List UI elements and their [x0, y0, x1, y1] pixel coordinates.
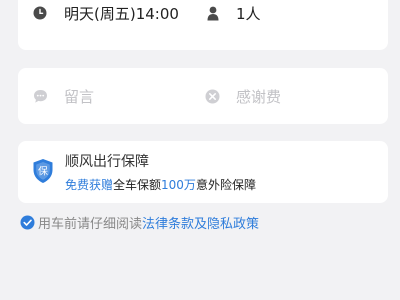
legal-terms-link[interactable]: 法律条款及隐私政策	[142, 217, 259, 232]
message-placeholder: 留言	[64, 87, 95, 106]
shield-icon: 保	[33, 159, 53, 183]
thanks-fee-icon	[204, 88, 220, 104]
passenger-count-selector[interactable]: 1人	[206, 0, 261, 26]
agreement-prefix: 用车前请仔细阅读	[38, 217, 143, 232]
passenger-count-text: 1人	[236, 4, 261, 23]
insurance-title: 顺风出行保障	[65, 154, 149, 170]
insurance-text-mid: 全车保额	[113, 178, 162, 192]
extras-card: 留言 感谢费	[18, 68, 388, 124]
insurance-card[interactable]: 保 顺风出行保障 免费获赠全车保额100万意外险保障	[18, 141, 388, 203]
thanks-fee-field[interactable]: 感谢费	[204, 82, 281, 110]
insurance-amount: 100万	[161, 178, 196, 192]
person-icon	[206, 5, 220, 21]
shield-char: 保	[38, 164, 48, 177]
thanks-fee-placeholder: 感谢费	[236, 87, 282, 106]
departure-time-selector[interactable]: 明天(周五)14:00	[32, 0, 179, 26]
insurance-highlight: 免费获赠	[65, 178, 114, 192]
message-field[interactable]: 留言	[32, 82, 94, 110]
clock-icon	[32, 5, 48, 21]
insurance-description: 免费获赠全车保额100万意外险保障	[65, 176, 256, 193]
chat-bubble-icon	[32, 88, 48, 104]
departure-time-text: 明天(周五)14:00	[64, 4, 179, 23]
agreement-row: 用车前请仔细阅读法律条款及隐私政策	[19, 213, 259, 232]
trip-info-card: 明天(周五)14:00 1人	[18, 0, 388, 50]
insurance-text-end: 意外险保障	[195, 178, 256, 192]
checkmark-circle-icon[interactable]	[19, 215, 35, 231]
